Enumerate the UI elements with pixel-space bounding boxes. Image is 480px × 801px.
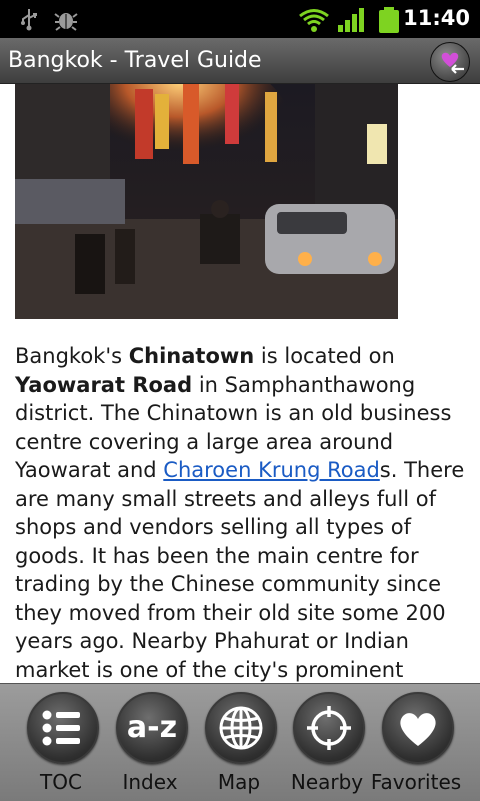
- nav-nearby-button[interactable]: Nearby: [283, 684, 371, 801]
- app-title-bar: Bangkok - Travel Guide: [0, 38, 480, 84]
- bottom-nav: TOC a-z Index Map Nearby Favorites: [0, 683, 480, 801]
- text-segment: Bangkok's: [15, 344, 129, 368]
- text-segment: is located on: [254, 344, 395, 368]
- globe-icon: [205, 692, 277, 764]
- list-icon: [27, 692, 99, 764]
- article-body: Bangkok's Chinatown is located on Yaowar…: [15, 342, 473, 684]
- nav-favorites-button[interactable]: Favorites: [371, 684, 461, 801]
- article-content[interactable]: Bangkok's Chinatown is located on Yaowar…: [0, 84, 480, 684]
- status-bar: 11:40: [0, 0, 480, 38]
- chinatown-photo: [15, 84, 398, 319]
- add-favorite-button[interactable]: [430, 42, 470, 82]
- a-z-icon: a-z: [116, 692, 188, 764]
- battery-icon: [378, 7, 400, 37]
- bold-term-chinatown: Chinatown: [128, 344, 255, 368]
- status-time: 11:40: [403, 6, 470, 30]
- a-z-glyph: a-z: [126, 710, 178, 745]
- page-title: Bangkok - Travel Guide: [8, 48, 262, 73]
- nav-index-button[interactable]: a-z Index: [106, 684, 194, 801]
- signal-icon: [338, 7, 366, 37]
- heart-icon: [382, 692, 454, 764]
- wifi-icon: [298, 7, 330, 37]
- nav-toc-button[interactable]: TOC: [17, 684, 105, 801]
- debug-icon: [54, 7, 78, 35]
- crosshair-icon: [293, 692, 365, 764]
- bold-term-yaowarat-road: Yaowarat Road: [15, 372, 193, 397]
- text-segment: s. There are many small streets and alle…: [15, 458, 465, 682]
- add-favorite-icon: [441, 52, 464, 74]
- nav-map-button[interactable]: Map: [195, 684, 283, 801]
- nav-favorites-label: Favorites: [370, 770, 462, 794]
- usb-icon: [18, 7, 40, 35]
- charoen-krung-road-link[interactable]: Charoen Krung Road: [163, 458, 380, 482]
